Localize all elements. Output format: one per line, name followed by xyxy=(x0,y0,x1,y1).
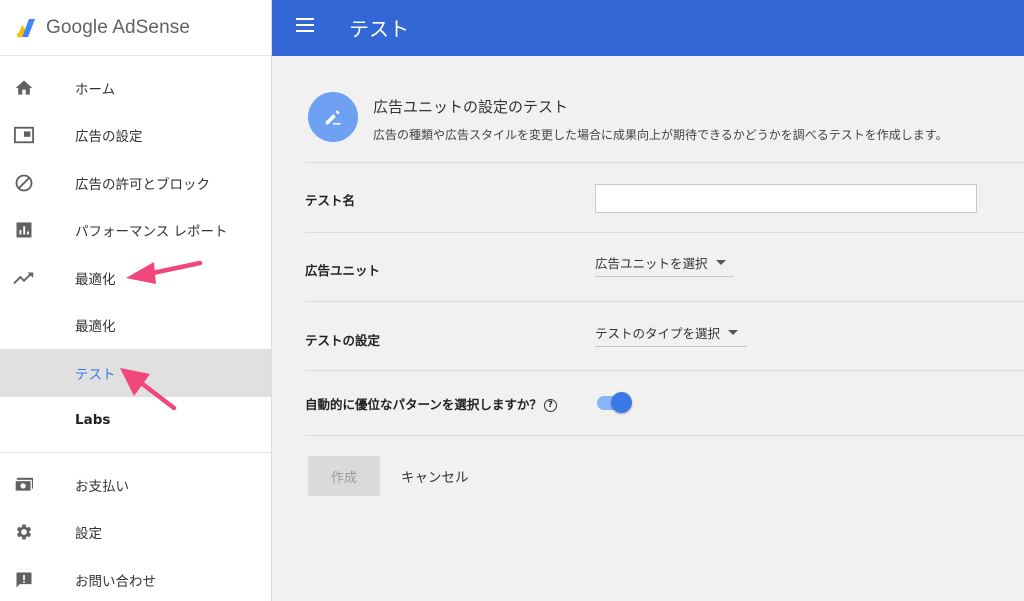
feedback-icon xyxy=(13,569,35,591)
test-type-select-value: テストのタイプを選択 xyxy=(595,326,721,341)
ad-unit-select-value: 広告ユニットを選択 xyxy=(595,256,708,271)
test-name-input[interactable] xyxy=(595,184,977,213)
auto-select-label-text: 自動的に優位なパターンを選択しますか？ xyxy=(305,397,542,412)
gear-icon xyxy=(13,521,35,543)
sidebar-item-label: 最適化 xyxy=(75,271,116,288)
auto-select-row: 自動的に優位なパターンを選択しますか？? xyxy=(305,370,1024,436)
home-icon xyxy=(13,77,35,99)
ad-unit-label: 広告ユニット xyxy=(305,263,381,278)
ad-settings-icon xyxy=(13,124,35,146)
sidebar-item-ad-settings[interactable]: 広告の設定 xyxy=(0,112,271,160)
sidebar-nav: ホーム 広告の設定 広告の許可とブロック パフォーマンス レポート 最適化 最適… xyxy=(0,56,271,601)
ad-unit-row: 広告ユニット 広告ユニットを選択 xyxy=(305,232,1024,301)
test-settings-label: テストの設定 xyxy=(305,333,381,348)
sidebar-item-label: 広告の設定 xyxy=(75,129,143,146)
brand-header[interactable]: Google AdSense xyxy=(0,0,271,56)
pencil-icon xyxy=(308,92,358,142)
sidebar-item-payments[interactable]: お支払い xyxy=(0,461,271,509)
help-icon[interactable]: ? xyxy=(543,398,557,412)
main-content: 広告ユニットの設定のテスト 広告の種類や広告スタイルを変更した場合に成果向上が期… xyxy=(272,56,1024,601)
test-settings-row: テストの設定 テストのタイプを選択 xyxy=(305,301,1024,370)
sidebar-item-label: お問い合わせ xyxy=(75,573,156,590)
trending-up-icon xyxy=(13,267,35,289)
sidebar-item-label: パフォーマンス レポート xyxy=(75,224,228,241)
sidebar-item-optimization[interactable]: 最適化 xyxy=(0,254,271,302)
sidebar-item-label: 設定 xyxy=(75,526,102,543)
block-icon xyxy=(13,172,35,194)
sidebar-item-label: テスト xyxy=(75,366,116,383)
adsense-logo-icon xyxy=(14,16,38,40)
test-name-label: テスト名 xyxy=(305,193,356,208)
payments-icon xyxy=(13,474,35,496)
section-title: 広告ユニットの設定のテスト xyxy=(373,98,569,116)
auto-select-toggle[interactable] xyxy=(595,391,633,413)
section-header: 広告ユニットの設定のテスト 広告の種類や広告スタイルを変更した場合に成果向上が期… xyxy=(305,86,1024,163)
sidebar-item-label: お支払い xyxy=(75,478,129,495)
sidebar-item-home[interactable]: ホーム xyxy=(0,64,271,112)
sidebar-item-performance-reports[interactable]: パフォーマンス レポート xyxy=(0,207,271,255)
sidebar-item-label: Labs xyxy=(75,412,111,429)
sidebar-divider xyxy=(0,452,271,453)
sidebar-item-allow-block[interactable]: 広告の許可とブロック xyxy=(0,159,271,207)
sidebar-subitem-labs[interactable]: Labs xyxy=(0,397,271,445)
sidebar-item-settings[interactable]: 設定 xyxy=(0,509,271,557)
create-button[interactable]: 作成 xyxy=(308,456,380,496)
sidebar-item-contact[interactable]: お問い合わせ xyxy=(0,556,271,601)
sidebar-item-label: 広告の許可とブロック xyxy=(75,176,210,193)
auto-select-label: 自動的に優位なパターンを選択しますか？? xyxy=(305,394,557,413)
sidebar-item-label: 最適化 xyxy=(75,319,116,336)
dropdown-caret-icon xyxy=(715,260,726,265)
sidebar-subitem-test[interactable]: テスト xyxy=(0,349,271,397)
sidebar-item-label: ホーム xyxy=(75,81,116,98)
brand-name: Google AdSense xyxy=(46,16,191,38)
app-bar: テスト xyxy=(272,0,1024,56)
cancel-button[interactable]: キャンセル xyxy=(401,456,469,496)
ad-unit-select[interactable]: 広告ユニットを選択 xyxy=(595,249,734,277)
sidebar: Google AdSense ホーム 広告の設定 広告の許可とブロック パフォー… xyxy=(0,0,272,601)
dropdown-caret-icon xyxy=(728,330,739,335)
section-description: 広告の種類や広告スタイルを変更した場合に成果向上が期待できるかどうかを調べるテス… xyxy=(373,128,948,142)
hamburger-menu-icon[interactable] xyxy=(296,18,316,38)
test-name-row: テスト名 xyxy=(305,162,1024,232)
sidebar-subitem-optimization[interactable]: 最適化 xyxy=(0,302,271,350)
bar-chart-icon xyxy=(13,219,35,241)
toggle-thumb xyxy=(611,392,632,413)
page-title: テスト xyxy=(349,17,409,41)
test-type-select[interactable]: テストのタイプを選択 xyxy=(595,319,747,347)
